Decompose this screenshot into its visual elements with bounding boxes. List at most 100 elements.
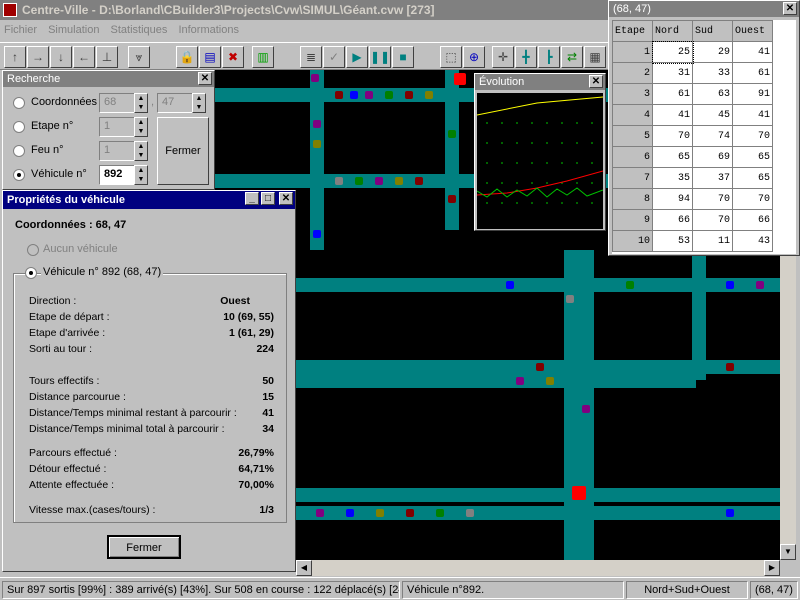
arrow-left-icon[interactable]: ← [73,46,95,68]
table-cell[interactable]: 70 [732,125,773,147]
target-icon[interactable]: ✛ [492,46,514,68]
pause-icon[interactable]: ❚❚ [369,46,391,68]
coord-y-spinner[interactable]: ▲ ▼ [192,93,206,113]
light-field[interactable]: 1 [99,141,135,161]
vehicle-spinner[interactable]: ▲ ▼ [134,165,148,185]
table-cell[interactable]: 53 [652,230,693,252]
table-cell[interactable]: 70 [732,188,773,210]
light-radio[interactable] [13,145,25,157]
vertical-scrollbar[interactable]: ▼ [780,250,796,560]
table-cell[interactable]: 11 [692,230,733,252]
step-radio[interactable] [13,121,25,133]
table-cell[interactable]: 91 [732,83,773,105]
maximize-icon[interactable]: □ [261,192,275,205]
table-cell[interactable]: 65 [652,146,693,168]
network2-icon[interactable]: ┣ [538,46,560,68]
step-label: Etape n° [31,120,74,132]
filter-icon[interactable]: ⩔ [128,46,150,68]
table-cell[interactable]: 33 [692,62,733,84]
light-spinner[interactable]: ▲ ▼ [134,141,148,161]
close-icon[interactable]: ✕ [198,72,212,85]
no-vehicle-radio[interactable] [27,244,39,256]
close-icon[interactable]: ✕ [589,75,603,88]
swap-icon[interactable]: ⇄ [561,46,583,68]
vehicle-field[interactable]: 892 [99,165,135,185]
check-icon[interactable]: ✓ [323,46,345,68]
table-cell[interactable]: 70 [652,125,693,147]
close-icon[interactable]: ✕ [783,2,797,15]
table-row[interactable]: 7 35 37 65 [612,167,773,189]
network-icon[interactable]: ╋ [515,46,537,68]
search-title: Recherche [7,73,61,85]
table-cell[interactable]: 25 [651,40,694,64]
horizontal-scrollbar[interactable]: ◀ ▶ [296,560,780,576]
search-close-button[interactable]: Fermer [157,117,209,185]
arrow-up-icon[interactable]: ↑ [4,46,26,68]
table-cell[interactable]: 70 [692,188,733,210]
zoom-icon[interactable]: ⊕ [463,46,485,68]
step-field[interactable]: 1 [99,117,135,137]
coord-x-field[interactable]: 68 [99,93,135,113]
arrow-down-icon[interactable]: ↓ [50,46,72,68]
table-cell[interactable]: 31 [652,62,693,84]
scroll-left-button[interactable]: ◀ [296,560,312,576]
table-cell[interactable]: 37 [692,167,733,189]
scroll-right-button[interactable]: ▶ [764,560,780,576]
chart-icon[interactable]: ▥ [252,46,274,68]
menu-fichier[interactable]: Fichier [4,24,37,36]
table-cell[interactable]: 61 [732,62,773,84]
table-cell[interactable]: 66 [732,209,773,231]
stop-icon[interactable]: ■ [392,46,414,68]
table-cell[interactable]: 66 [652,209,693,231]
props-close-button[interactable]: Fermer [107,535,181,559]
step-icon[interactable]: ⊥ [96,46,118,68]
table-row[interactable]: 10 53 11 43 [612,230,773,252]
table-cell[interactable]: 43 [732,230,773,252]
play-icon[interactable]: ▶ [346,46,368,68]
table-cell[interactable]: 41 [652,104,693,126]
table-cell[interactable]: 41 [732,41,773,63]
step-spinner[interactable]: ▲ ▼ [134,117,148,137]
table-row[interactable]: 8 94 70 70 [612,188,773,210]
id-icon[interactable]: ▤ [199,46,221,68]
menu-informations[interactable]: Informations [178,24,239,36]
table-cell[interactable]: 35 [652,167,693,189]
cross-icon[interactable]: ✖ [222,46,244,68]
grid-icon[interactable]: ▦ [584,46,606,68]
minimize-icon[interactable]: _ [245,192,259,205]
table-cell[interactable]: 41 [732,104,773,126]
table-row[interactable]: 1 25 29 41 [612,40,773,64]
table-cell[interactable]: 65 [732,167,773,189]
city-map-lower[interactable] [296,250,780,560]
table-row[interactable]: 6 65 69 65 [612,146,773,168]
table-row[interactable]: 4 41 45 41 [612,104,773,126]
list-icon[interactable]: ≣ [300,46,322,68]
table-cell[interactable]: 45 [692,104,733,126]
table-row[interactable]: 2 31 33 61 [612,62,773,84]
table-cell[interactable]: 29 [692,41,733,63]
table-cell[interactable]: 63 [692,83,733,105]
table-cell[interactable]: 61 [652,83,693,105]
table-cell[interactable]: 74 [692,125,733,147]
table-cell[interactable]: 70 [692,209,733,231]
table-row[interactable]: 9 66 70 66 [612,209,773,231]
arrow-right-icon[interactable]: → [27,46,49,68]
table-cell[interactable]: 65 [732,146,773,168]
table-cell[interactable]: 94 [652,188,693,210]
select-icon[interactable]: ⬚ [440,46,462,68]
table-row[interactable]: 3 61 63 91 [612,83,773,105]
prop-key: Vitesse max.(cases/tours) : [29,504,156,516]
coord-radio[interactable] [13,97,25,109]
data-grid[interactable]: Etape Nord Sud Ouest 1 25 29 41 2 31 33 61 3 61… [612,20,796,254]
scroll-down-button[interactable]: ▼ [780,544,796,560]
menu-simulation[interactable]: Simulation [48,24,99,36]
vehicle-info-radio[interactable] [25,267,37,279]
table-cell[interactable]: 69 [692,146,733,168]
vehicle-radio[interactable] [13,169,25,181]
table-row[interactable]: 5 70 74 70 [612,125,773,147]
coord-x-spinner[interactable]: ▲ ▼ [134,93,148,113]
coord-y-field[interactable]: 47 [157,93,193,113]
close-icon[interactable]: ✕ [279,192,293,205]
menu-statistiques[interactable]: Statistiques [111,24,168,36]
lock-icon[interactable]: 🔒 [176,46,198,68]
